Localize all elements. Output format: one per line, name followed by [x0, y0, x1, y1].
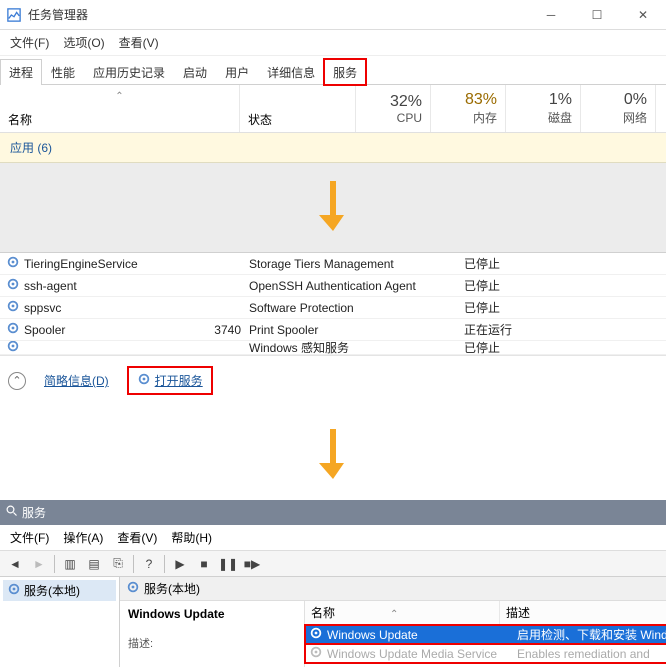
- gear-icon: [6, 255, 20, 272]
- services-main-panel: 服务(本地) Windows Update 描述: 名称⌃ 描述 Windows…: [120, 577, 666, 667]
- services-detail-pane: Windows Update 描述:: [120, 601, 305, 667]
- services-menubar: 文件(F) 操作(A) 查看(V) 帮助(H): [0, 525, 666, 551]
- gear-icon: [7, 582, 21, 599]
- services-panel-header: 服务(本地): [120, 577, 666, 601]
- apps-group[interactable]: 应用 (6): [0, 133, 666, 163]
- tab-startup[interactable]: 启动: [174, 59, 216, 85]
- menu-action[interactable]: 操作(A): [57, 527, 109, 548]
- restart-button[interactable]: ■▶: [241, 553, 263, 575]
- brief-info-link[interactable]: 简略信息(D): [44, 372, 109, 389]
- minimize-button[interactable]: ─: [528, 0, 574, 30]
- window-controls: ─ ☐ ✕: [528, 0, 666, 30]
- col-name[interactable]: ⌃ 名称: [0, 85, 240, 132]
- tab-performance[interactable]: 性能: [42, 59, 84, 85]
- menu-help[interactable]: 帮助(H): [165, 527, 218, 548]
- services-toolbar: ◄ ► ▥ ▤ ⎘ ? ▶ ■ ❚❚ ■▶: [0, 551, 666, 577]
- maximize-button[interactable]: ☐: [574, 0, 620, 30]
- table-row[interactable]: TieringEngineService Storage Tiers Manag…: [0, 253, 666, 275]
- menu-file[interactable]: 文件(F): [4, 32, 55, 53]
- properties-button[interactable]: ▤: [83, 553, 105, 575]
- col-network[interactable]: 0% 网络: [581, 85, 656, 132]
- services-body: 服务(本地) 服务(本地) Windows Update 描述: 名称⌃ 描述: [0, 577, 666, 667]
- menu-view[interactable]: 查看(V): [113, 32, 165, 53]
- window-title: 任务管理器: [28, 6, 528, 23]
- menu-view[interactable]: 查看(V): [111, 527, 163, 548]
- taskmgr-icon: [6, 7, 22, 23]
- collapse-icon[interactable]: ⌃: [8, 372, 26, 390]
- list-item[interactable]: Windows Update 启用检测、下载和安装 Wind: [305, 625, 666, 644]
- close-button[interactable]: ✕: [620, 0, 666, 30]
- table-row[interactable]: Spooler 3740 Print Spooler 正在运行: [0, 319, 666, 341]
- gear-icon: [137, 372, 151, 389]
- col-name[interactable]: 名称⌃: [305, 601, 500, 624]
- col-memory[interactable]: 83% 内存: [431, 85, 506, 132]
- menu-options[interactable]: 选项(O): [57, 32, 110, 53]
- services-titlebar: 服务: [0, 500, 666, 525]
- services-columns: 名称⌃ 描述: [305, 601, 666, 625]
- gear-icon: [6, 321, 20, 338]
- stop-button[interactable]: ■: [193, 553, 215, 575]
- show-hide-tree-button[interactable]: ▥: [59, 553, 81, 575]
- gear-icon: [6, 341, 20, 355]
- tabs: 进程 性能 应用历史记录 启动 用户 详细信息 服务: [0, 56, 666, 85]
- gear-icon: [126, 580, 140, 597]
- selected-service-name: Windows Update: [128, 607, 225, 621]
- gear-icon: [6, 277, 20, 294]
- tab-apphistory[interactable]: 应用历史记录: [84, 59, 174, 85]
- tab-services[interactable]: 服务: [324, 59, 366, 85]
- table-row[interactable]: Windows 感知服务 已停止: [0, 341, 666, 355]
- col-desc[interactable]: 描述: [500, 601, 666, 624]
- col-status[interactable]: 状态: [240, 85, 356, 132]
- column-headers: ⌃ 名称 状态 32% CPU 83% 内存 1% 磁盘 0% 网络: [0, 85, 666, 133]
- menubar: 文件(F) 选项(O) 查看(V): [0, 30, 666, 56]
- search-icon: [6, 505, 18, 520]
- footer-bar: ⌃ 简略信息(D) 打开服务: [0, 355, 666, 411]
- forward-button[interactable]: ►: [28, 553, 50, 575]
- col-disk[interactable]: 1% 磁盘: [506, 85, 581, 132]
- back-button[interactable]: ◄: [4, 553, 26, 575]
- col-cpu[interactable]: 32% CPU: [356, 85, 431, 132]
- help-button[interactable]: ?: [138, 553, 160, 575]
- open-services-button[interactable]: 打开服务: [127, 366, 213, 395]
- pause-button[interactable]: ❚❚: [217, 553, 239, 575]
- tab-processes[interactable]: 进程: [0, 59, 42, 85]
- start-button[interactable]: ▶: [169, 553, 191, 575]
- services-list: 名称⌃ 描述 Windows Update 启用检测、下载和安装 Wind Wi…: [305, 601, 666, 667]
- list-item[interactable]: Windows Update Media Service Enables rem…: [305, 644, 666, 663]
- process-table: TieringEngineService Storage Tiers Manag…: [0, 252, 666, 355]
- services-window-title: 服务: [22, 504, 46, 521]
- tab-users[interactable]: 用户: [216, 59, 258, 85]
- menu-file[interactable]: 文件(F): [4, 527, 55, 548]
- guide-arrow-2: [0, 411, 666, 500]
- gear-icon: [309, 645, 323, 662]
- export-list-button[interactable]: ⎘: [107, 553, 129, 575]
- selected-service-desc-label: 描述:: [128, 635, 296, 651]
- table-row[interactable]: ssh-agent OpenSSH Authentication Agent 已…: [0, 275, 666, 297]
- tree-root-node[interactable]: 服务(本地): [3, 580, 116, 601]
- services-tree: 服务(本地): [0, 577, 120, 667]
- gear-icon: [6, 299, 20, 316]
- guide-arrow-1: [0, 163, 666, 252]
- sort-caret-icon: ⌃: [115, 91, 123, 102]
- titlebar: 任务管理器 ─ ☐ ✕: [0, 0, 666, 30]
- tab-details[interactable]: 详细信息: [258, 59, 324, 85]
- gear-icon: [309, 626, 323, 643]
- table-row[interactable]: sppsvc Software Protection 已停止: [0, 297, 666, 319]
